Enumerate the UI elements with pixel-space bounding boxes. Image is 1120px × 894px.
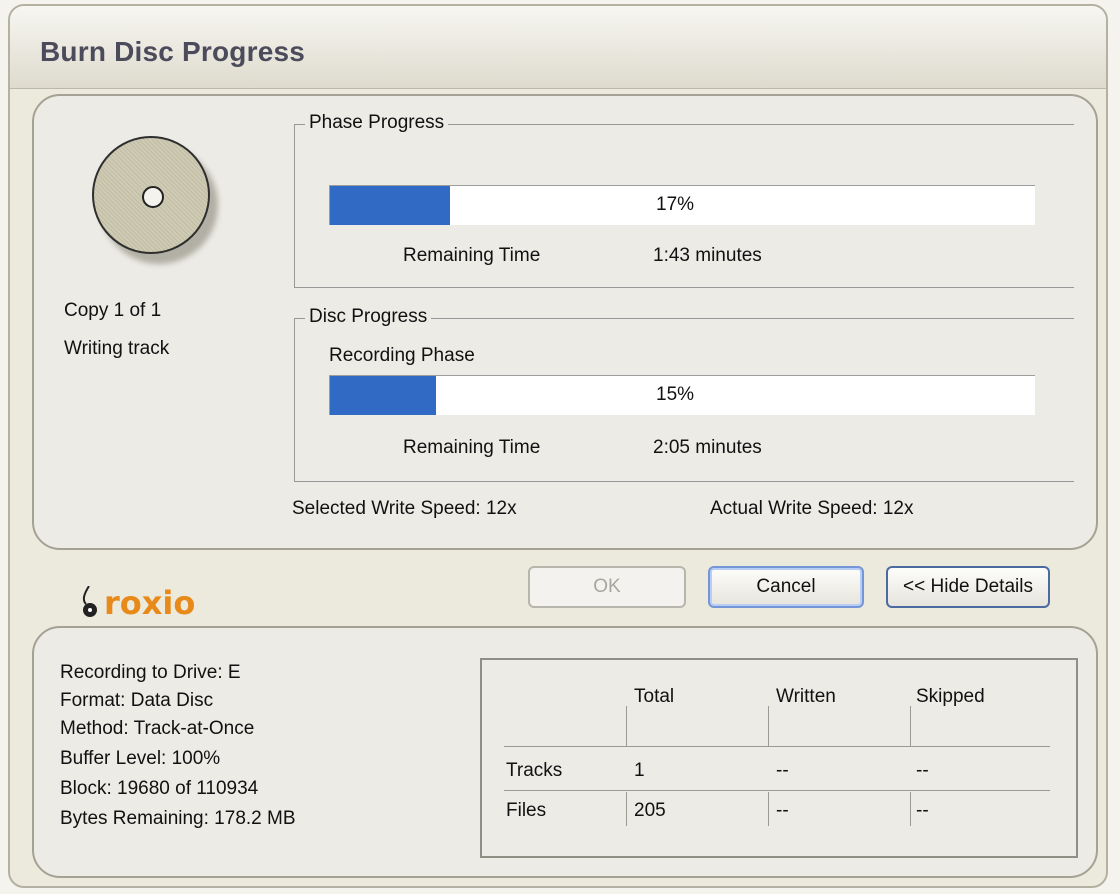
- disc-progress-fill: [330, 376, 436, 415]
- roxio-logo: roxio: [104, 584, 196, 622]
- tracks-skipped: --: [916, 760, 929, 781]
- row-label-files: Files: [506, 800, 547, 821]
- column-divider: [768, 792, 769, 826]
- tracks-written: --: [776, 760, 789, 781]
- hide-details-button[interactable]: << Hide Details: [886, 566, 1050, 608]
- row-divider: [504, 746, 1050, 747]
- block-info: Block: 19680 of 110934: [60, 778, 259, 799]
- format-info: Format: Data Disc: [60, 690, 214, 711]
- phase-remaining-value: 1:43 minutes: [653, 245, 762, 266]
- row-label-tracks: Tracks: [506, 760, 563, 781]
- column-divider: [910, 792, 911, 826]
- window-title: Burn Disc Progress: [40, 36, 306, 67]
- tracks-total: 1: [634, 760, 645, 781]
- title-bar: Burn Disc Progress: [10, 6, 1106, 89]
- progress-panel: Copy 1 of 1 Writing track Phase Progress…: [32, 94, 1098, 550]
- phase-remaining-label: Remaining Time: [403, 245, 541, 266]
- phase-progress-bar: 17%: [329, 185, 1035, 225]
- phase-progress-legend: Phase Progress: [305, 112, 449, 134]
- disc-progress-group: Disc Progress Recording Phase 15% Remain…: [294, 306, 1074, 482]
- disc-hole: [142, 186, 164, 208]
- phase-progress-group: Phase Progress 17% Remaining Time 1:43 m…: [294, 112, 1074, 288]
- ok-button[interactable]: OK: [528, 566, 686, 608]
- disc-progress-bar: 15%: [329, 375, 1035, 415]
- roxio-logo-icon: [82, 586, 97, 617]
- files-total: 205: [634, 800, 666, 821]
- details-panel: Recording to Drive: E Format: Data Disc …: [32, 626, 1098, 878]
- column-divider: [626, 792, 627, 826]
- selected-write-speed: Selected Write Speed: 12x: [292, 498, 517, 519]
- activity-status: Writing track: [64, 338, 170, 359]
- bytes-remaining: Bytes Remaining: 178.2 MB: [60, 808, 296, 829]
- files-written: --: [776, 800, 789, 821]
- recording-drive: Recording to Drive: E: [60, 662, 241, 683]
- phase-progress-fill: [330, 186, 450, 225]
- disc-progress-percent: 15%: [656, 384, 695, 405]
- files-skipped: --: [916, 800, 929, 821]
- disc-icon: [92, 136, 210, 254]
- disc-progress-legend: Disc Progress: [305, 306, 432, 328]
- row-divider: [504, 790, 1050, 791]
- buffer-level: Buffer Level: 100%: [60, 748, 221, 769]
- actual-write-speed: Actual Write Speed: 12x: [710, 498, 914, 519]
- disc-remaining-label: Remaining Time: [403, 437, 541, 458]
- header-total: Total: [634, 686, 675, 707]
- recording-phase-label: Recording Phase: [329, 345, 475, 366]
- method-info: Method: Track-at-Once: [60, 718, 255, 739]
- cancel-button[interactable]: Cancel: [708, 566, 864, 608]
- disc-remaining-value: 2:05 minutes: [653, 437, 762, 458]
- column-divider: [910, 706, 911, 746]
- track-file-table: Total Written Skipped Tracks 1 -- -- Fil…: [480, 658, 1078, 858]
- burn-disc-window: Burn Disc Progress Copy 1 of 1 Writing t…: [8, 4, 1108, 888]
- header-written: Written: [776, 686, 836, 707]
- column-divider: [626, 706, 627, 746]
- copy-status: Copy 1 of 1: [64, 300, 162, 321]
- column-divider: [768, 706, 769, 746]
- header-skipped: Skipped: [916, 686, 985, 707]
- phase-progress-percent: 17%: [656, 194, 695, 215]
